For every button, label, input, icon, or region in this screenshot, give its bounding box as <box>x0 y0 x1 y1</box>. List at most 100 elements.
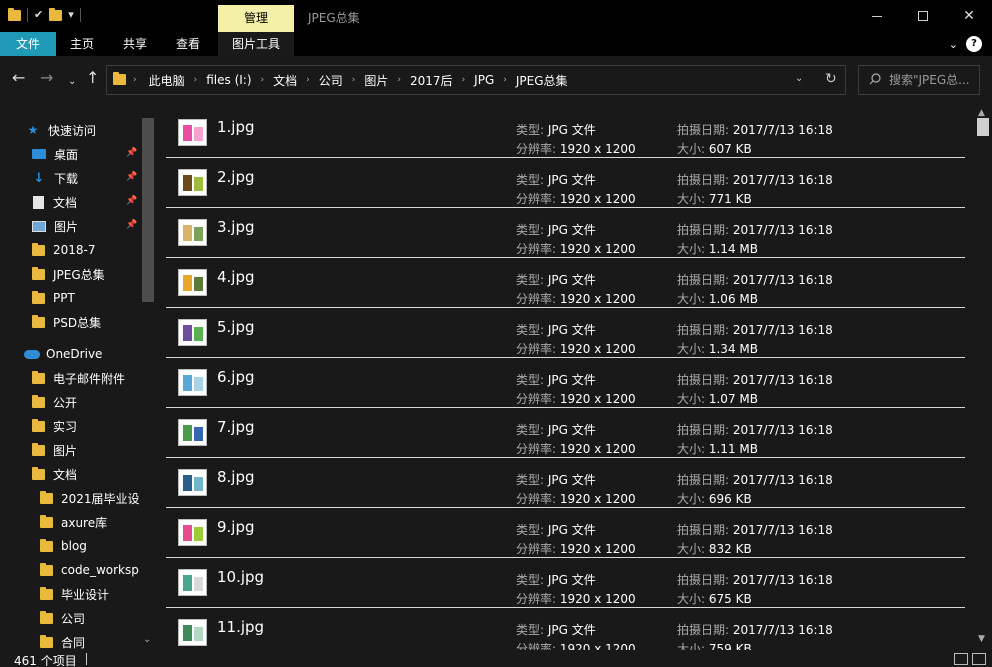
file-name[interactable]: 3.jpg <box>217 218 255 236</box>
file-name[interactable]: 5.jpg <box>217 318 255 336</box>
large-icons-view-icon[interactable] <box>972 653 986 665</box>
breadcrumb-item[interactable]: JPG <box>474 73 494 87</box>
customize-toolbar-icon[interactable]: ▾ <box>68 8 74 22</box>
new-folder-icon[interactable] <box>49 7 63 21</box>
file-row[interactable]: 6.jpg 类型: JPG 文件 分辨率: 1920 x 1200 拍摄日期: 201… <box>166 358 965 408</box>
file-name[interactable]: 1.jpg <box>217 118 255 136</box>
search-input[interactable] <box>889 71 977 89</box>
thumbnail-shape <box>194 177 203 191</box>
nav-item[interactable]: 2021届毕业设 <box>40 486 140 510</box>
breadcrumb-separator-icon[interactable]: › <box>133 75 137 85</box>
nav-item[interactable]: blog <box>40 534 87 558</box>
tab-file[interactable]: 文件 <box>0 32 56 56</box>
forward-arrow-icon[interactable]: → <box>40 70 53 86</box>
folder-icon[interactable] <box>8 7 21 21</box>
breadcrumb-item[interactable]: 2017后 <box>410 72 453 89</box>
scroll-up-icon[interactable]: ▲ <box>978 108 985 118</box>
file-row[interactable]: 11.jpg 类型: JPG 文件 分辨率: 1920 x 1200 拍摄日期: 20… <box>166 608 965 650</box>
help-icon[interactable]: ? <box>966 36 982 52</box>
file-row[interactable]: 9.jpg 类型: JPG 文件 分辨率: 1920 x 1200 拍摄日期: 201… <box>166 508 965 558</box>
pin-icon[interactable]: 📌 <box>126 172 137 182</box>
up-arrow-icon[interactable]: ↑ <box>86 70 99 86</box>
file-name[interactable]: 9.jpg <box>217 518 255 536</box>
address-bar[interactable]: › 此电脑 › files (I:) › 文档 › 公司 › 图片 › 2017后 › JPG › JPEG总… <box>106 65 846 95</box>
pin-icon[interactable]: 📌 <box>126 220 137 230</box>
breadcrumb-item[interactable]: 此电脑 <box>149 72 185 89</box>
manage-context-tab[interactable]: 管理 <box>218 5 294 32</box>
nav-item[interactable]: 合同 <box>40 630 85 650</box>
file-row[interactable]: 4.jpg 类型: JPG 文件 分辨率: 1920 x 1200 拍摄日期: 201… <box>166 258 965 308</box>
nav-item[interactable]: 文档 <box>32 190 77 214</box>
nav-item[interactable]: ↓ 下载 <box>32 166 78 190</box>
nav-item[interactable]: JPEG总集 <box>32 262 105 286</box>
file-name[interactable]: 10.jpg <box>217 568 264 586</box>
nav-onedrive[interactable]: OneDrive <box>24 342 102 366</box>
nav-item[interactable]: 桌面 <box>32 142 78 166</box>
scrollbar-thumb[interactable] <box>977 118 989 136</box>
breadcrumb-item[interactable]: 图片 <box>364 72 388 89</box>
nav-item[interactable]: 文档 <box>32 462 77 486</box>
pin-icon[interactable]: 📌 <box>126 148 137 158</box>
file-list-scrollbar[interactable]: ▲ ▼ <box>974 104 992 650</box>
file-row[interactable]: 3.jpg 类型: JPG 文件 分辨率: 1920 x 1200 拍摄日期: 201… <box>166 208 965 258</box>
refresh-icon[interactable]: ↻ <box>825 71 837 87</box>
address-dropdown-icon[interactable]: ⌄ <box>795 73 803 84</box>
file-name[interactable]: 11.jpg <box>217 618 264 636</box>
nav-item[interactable]: 图片 <box>32 214 78 238</box>
file-type-label: 类型: <box>516 373 548 387</box>
file-row[interactable]: 10.jpg 类型: JPG 文件 分辨率: 1920 x 1200 拍摄日期: 20… <box>166 558 965 608</box>
nav-item[interactable]: axure库 <box>40 510 107 534</box>
scroll-down-icon[interactable]: ⌄ <box>143 634 151 645</box>
breadcrumb-item[interactable]: 文档 <box>273 72 297 89</box>
nav-item[interactable]: code_worksp <box>40 558 139 582</box>
breadcrumb-separator-icon[interactable]: › <box>261 75 265 85</box>
file-name[interactable]: 2.jpg <box>217 168 255 186</box>
breadcrumb-separator-icon[interactable]: › <box>194 75 198 85</box>
breadcrumb-separator-icon[interactable]: › <box>306 75 310 85</box>
nav-item[interactable]: 图片 <box>32 438 77 462</box>
tab-picture-tools[interactable]: 图片工具 <box>218 32 294 56</box>
details-view-icon[interactable] <box>954 653 968 665</box>
desktop-icon <box>32 149 46 159</box>
file-name[interactable]: 6.jpg <box>217 368 255 386</box>
nav-item[interactable]: PPT <box>32 286 75 310</box>
nav-item[interactable]: 电子邮件附件 <box>32 366 125 390</box>
maximize-button[interactable] <box>900 0 946 32</box>
properties-icon[interactable]: ✔ <box>34 8 43 22</box>
file-name[interactable]: 4.jpg <box>217 268 255 286</box>
breadcrumb-item[interactable]: 公司 <box>319 72 343 89</box>
breadcrumb-separator-icon[interactable]: › <box>462 75 466 85</box>
expand-ribbon-icon[interactable]: ⌄ <box>949 38 958 51</box>
breadcrumb-separator-icon[interactable]: › <box>397 75 401 85</box>
close-button[interactable]: ✕ <box>946 0 992 32</box>
nav-item[interactable]: 公开 <box>32 390 77 414</box>
file-row[interactable]: 8.jpg 类型: JPG 文件 分辨率: 1920 x 1200 拍摄日期: 201… <box>166 458 965 508</box>
breadcrumb-item[interactable]: JPEG总集 <box>516 72 568 89</box>
minimize-button[interactable] <box>854 0 900 32</box>
pin-icon[interactable]: 📌 <box>126 196 137 206</box>
file-row[interactable]: 5.jpg 类型: JPG 文件 分辨率: 1920 x 1200 拍摄日期: 201… <box>166 308 965 358</box>
file-row[interactable]: 7.jpg 类型: JPG 文件 分辨率: 1920 x 1200 拍摄日期: 201… <box>166 408 965 458</box>
tab-view[interactable]: 查看 <box>162 32 214 56</box>
breadcrumb-item[interactable]: files (I:) <box>206 73 251 87</box>
search-box[interactable] <box>858 65 980 95</box>
recent-locations-chevron-icon[interactable]: ⌄ <box>68 74 76 90</box>
nav-quick-access[interactable]: ★ 快速访问 <box>26 118 96 142</box>
nav-item[interactable]: PSD总集 <box>32 310 101 334</box>
nav-item[interactable]: 实习 <box>32 414 77 438</box>
scroll-down-icon[interactable]: ▼ <box>978 634 985 644</box>
nav-scrollbar-thumb[interactable] <box>142 118 154 302</box>
file-row[interactable]: 1.jpg 类型: JPG 文件 分辨率: 1920 x 1200 拍摄日期: 201… <box>166 108 965 158</box>
nav-item[interactable]: 2018-7 <box>32 238 96 262</box>
tab-home[interactable]: 主页 <box>56 32 108 56</box>
file-row[interactable]: 2.jpg 类型: JPG 文件 分辨率: 1920 x 1200 拍摄日期: 201… <box>166 158 965 208</box>
tab-share[interactable]: 共享 <box>108 32 162 56</box>
file-name[interactable]: 7.jpg <box>217 418 255 436</box>
download-icon: ↓ <box>33 170 45 186</box>
breadcrumb-separator-icon[interactable]: › <box>503 75 507 85</box>
breadcrumb-separator-icon[interactable]: › <box>352 75 356 85</box>
file-name[interactable]: 8.jpg <box>217 468 255 486</box>
back-arrow-icon[interactable]: ← <box>12 70 25 86</box>
nav-item[interactable]: 公司 <box>40 606 85 630</box>
nav-item[interactable]: 毕业设计 <box>40 582 109 606</box>
